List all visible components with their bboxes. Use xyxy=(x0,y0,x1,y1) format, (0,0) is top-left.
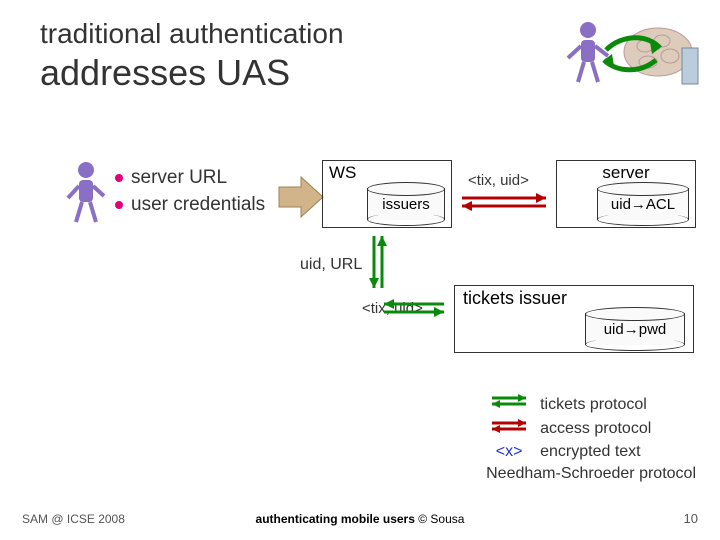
legend-label: encrypted text xyxy=(540,441,641,463)
user-left-icon xyxy=(62,158,110,230)
user-brain-icon xyxy=(550,16,700,94)
legend-green-arrow-icon xyxy=(486,392,532,417)
bullet-label: user credentials xyxy=(131,192,265,219)
server-box: server uid→ACL xyxy=(556,160,696,228)
bullet-server-url: server URL xyxy=(115,165,265,192)
legend: tickets protocol access protocol <x> enc… xyxy=(486,392,696,484)
uid-url-label: uid, URL xyxy=(300,256,362,274)
legend-label: access protocol xyxy=(540,418,651,440)
issuers-db-icon: issuers xyxy=(367,188,445,220)
ticket-arrow-right-icon xyxy=(378,296,454,320)
access-arrow-icon xyxy=(452,190,556,214)
ticket-arrow-down-icon xyxy=(366,228,390,296)
input-bullet-list: server URL user credentials xyxy=(115,165,265,218)
tickets-issuer-box: tickets issuer uid→pwd xyxy=(454,285,694,353)
slide-title-line1: traditional authentication xyxy=(40,18,344,50)
legend-red-arrow-icon xyxy=(486,417,532,442)
legend-label: Needham-Schroeder protocol xyxy=(486,463,696,485)
footer-center: authenticating mobile users © Sousa xyxy=(0,512,720,526)
bullet-user-credentials: user credentials xyxy=(115,192,265,219)
footer-center-copy: © Sousa xyxy=(415,512,465,526)
acl-db-label: uid→ACL xyxy=(597,196,689,213)
tix-uid-label-top: <tix, uid> xyxy=(468,172,529,189)
pwd-db-icon: uid→pwd xyxy=(585,313,685,345)
ws-label: WS xyxy=(329,163,356,183)
legend-enc-symbol: <x> xyxy=(486,441,532,463)
pwd-db-label: uid→pwd xyxy=(585,321,685,338)
legend-row-protocol: Needham-Schroeder protocol xyxy=(486,463,696,485)
slide-number: 10 xyxy=(684,511,698,526)
legend-row-tickets: tickets protocol xyxy=(486,392,696,417)
tickets-issuer-label: tickets issuer xyxy=(463,288,567,309)
slide-title-line2: addresses UAS xyxy=(40,52,290,94)
bullet-label: server URL xyxy=(131,165,227,192)
server-label: server xyxy=(557,163,695,183)
issuers-db-label: issuers xyxy=(367,196,445,213)
ws-box: WS issuers xyxy=(322,160,452,228)
bullet-dot-icon xyxy=(115,174,123,182)
flow-block-arrow-icon xyxy=(277,175,325,219)
acl-db-icon: uid→ACL xyxy=(597,188,689,220)
legend-label: tickets protocol xyxy=(540,394,647,416)
footer-center-bold: authenticating mobile users xyxy=(256,512,415,526)
legend-row-encrypted: <x> encrypted text xyxy=(486,441,696,463)
bullet-dot-icon xyxy=(115,201,123,209)
legend-row-access: access protocol xyxy=(486,417,696,442)
